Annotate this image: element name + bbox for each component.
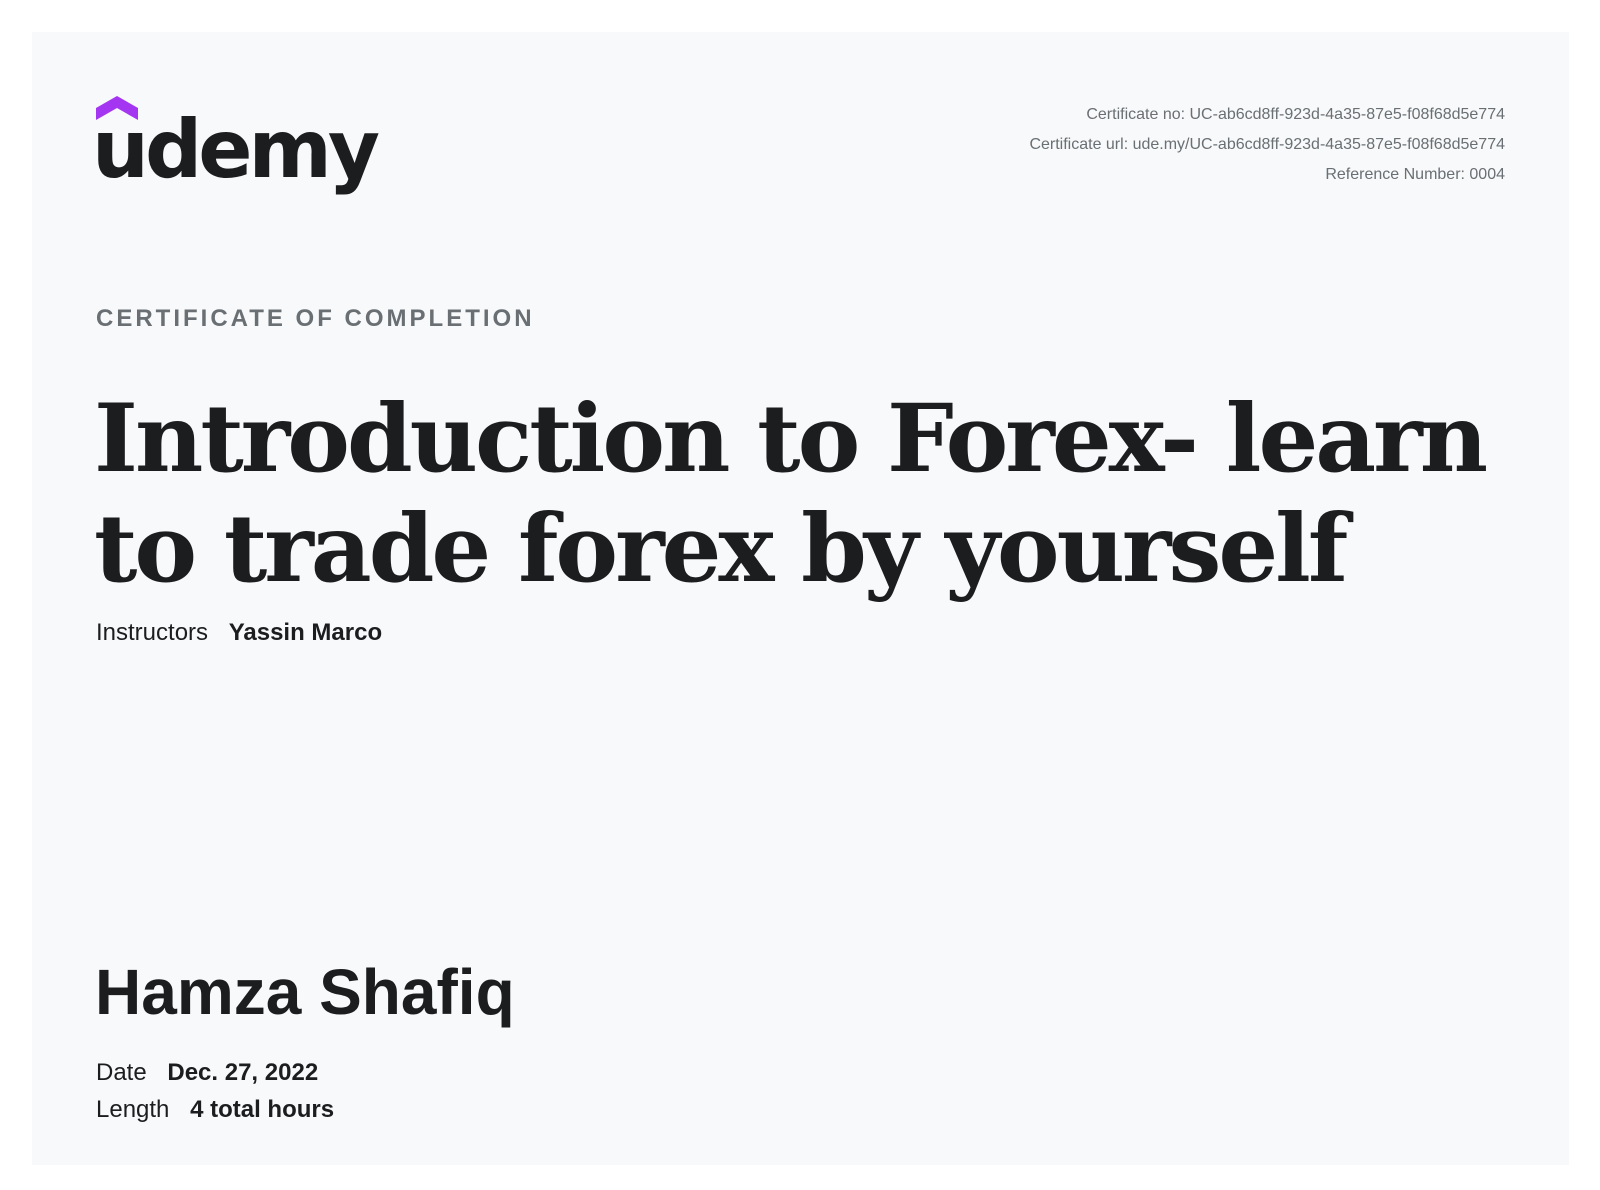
reference-number: Reference Number: 0004 (1325, 166, 1505, 183)
certificate-details: Date Dec. 27, 2022 Length 4 total hours (96, 1054, 334, 1128)
certificate-url: Certificate url: ude.my/UC-ab6cd8ff-923d… (1029, 136, 1505, 153)
instructors-row: Instructors Yassin Marco (96, 618, 382, 648)
student-name: Hamza Shafiq (95, 956, 515, 1028)
course-title: Introduction to Forex- learn to trade fo… (94, 384, 1488, 604)
instructors-label: Instructors (96, 619, 209, 646)
length-label: Length (96, 1096, 170, 1123)
certificate-eyebrow: CERTIFICATE OF COMPLETION (96, 305, 535, 332)
length-value: 4 total hours (190, 1096, 335, 1123)
udemy-logo: udemy (92, 96, 380, 228)
date-value: Dec. 27, 2022 (167, 1059, 319, 1086)
certificate-number: Certificate no: UC-ab6cd8ff-923d-4a35-87… (1086, 106, 1505, 123)
instructors-value: Yassin Marco (228, 619, 383, 646)
length-row: Length 4 total hours (96, 1091, 334, 1128)
date-label: Date (96, 1059, 147, 1086)
logo-wordmark: udemy (92, 103, 380, 196)
certificate-card: udemy Certificate no: UC-ab6cd8ff-923d-4… (32, 32, 1569, 1165)
certificate-meta: Certificate no: UC-ab6cd8ff-923d-4a35-87… (1029, 100, 1505, 190)
date-row: Date Dec. 27, 2022 (96, 1054, 334, 1091)
